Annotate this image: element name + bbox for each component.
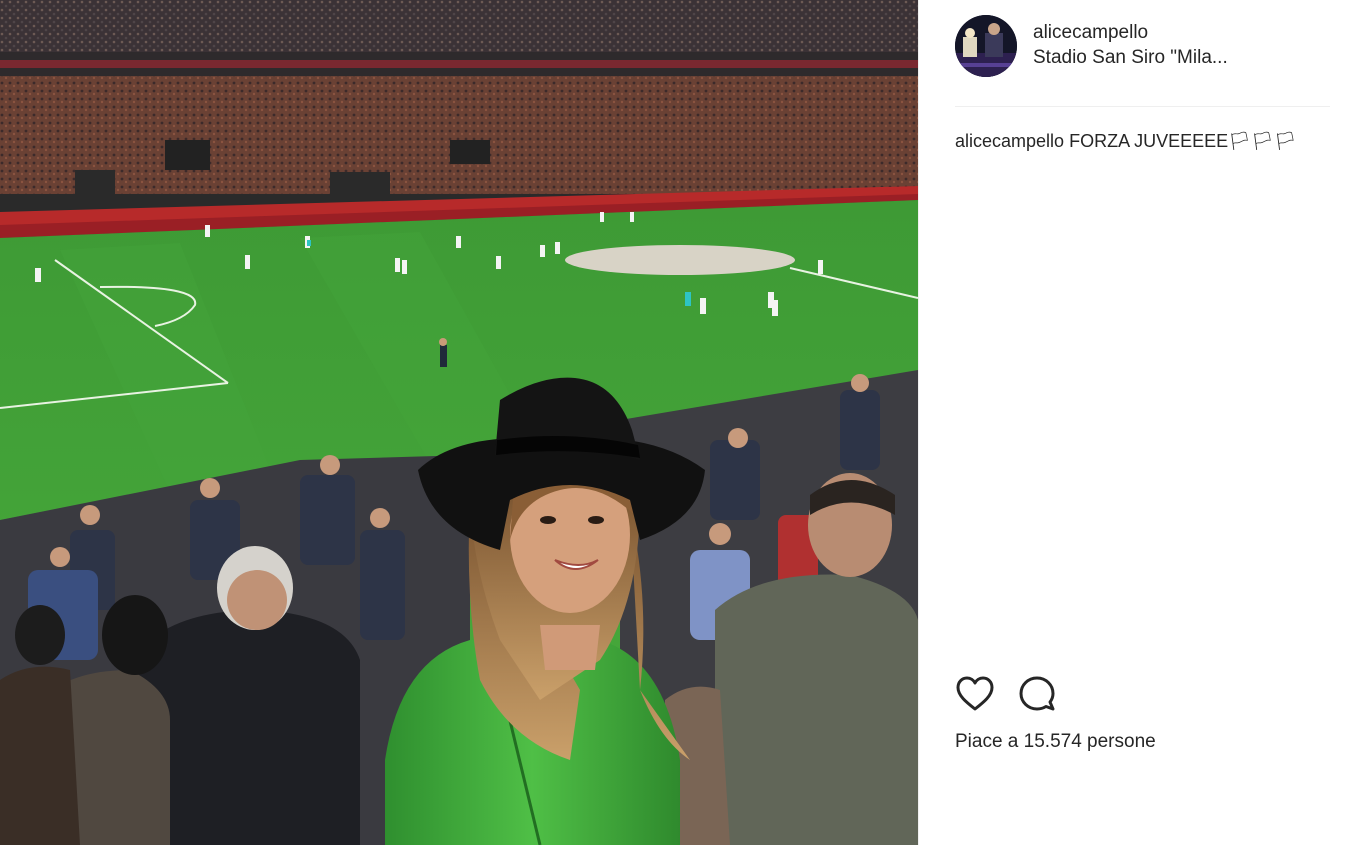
comment-button[interactable] [1017, 674, 1057, 714]
caption-username-link[interactable]: alicecampello [955, 131, 1064, 151]
post-header: alicecampello Stadio San Siro "Mila... [955, 14, 1330, 78]
username-link[interactable]: alicecampello [1033, 21, 1228, 46]
avatar-image [955, 15, 1017, 77]
post-actions [955, 674, 1079, 714]
instagram-post: alicecampello Stadio San Siro "Mila... a… [0, 0, 1350, 845]
post-photo[interactable] [0, 0, 918, 845]
like-button[interactable] [955, 674, 995, 714]
heart-icon [956, 676, 994, 711]
caption-text: FORZA JUVEEEEE🏳🏳🏳 [1069, 131, 1297, 151]
post-sidebar: alicecampello Stadio San Siro "Mila... a… [918, 0, 1350, 845]
header-text: alicecampello Stadio San Siro "Mila... [1033, 21, 1228, 70]
avatar[interactable] [955, 15, 1017, 77]
stadium-selfie-image [0, 0, 918, 845]
header-divider [955, 106, 1330, 107]
likes-count[interactable]: Piace a 15.574 persone [955, 731, 1156, 753]
caption: alicecampello FORZA JUVEEEEE🏳🏳🏳 [955, 129, 1332, 153]
location-link[interactable]: Stadio San Siro "Mila... [1033, 46, 1228, 71]
comment-icon [1019, 676, 1055, 711]
